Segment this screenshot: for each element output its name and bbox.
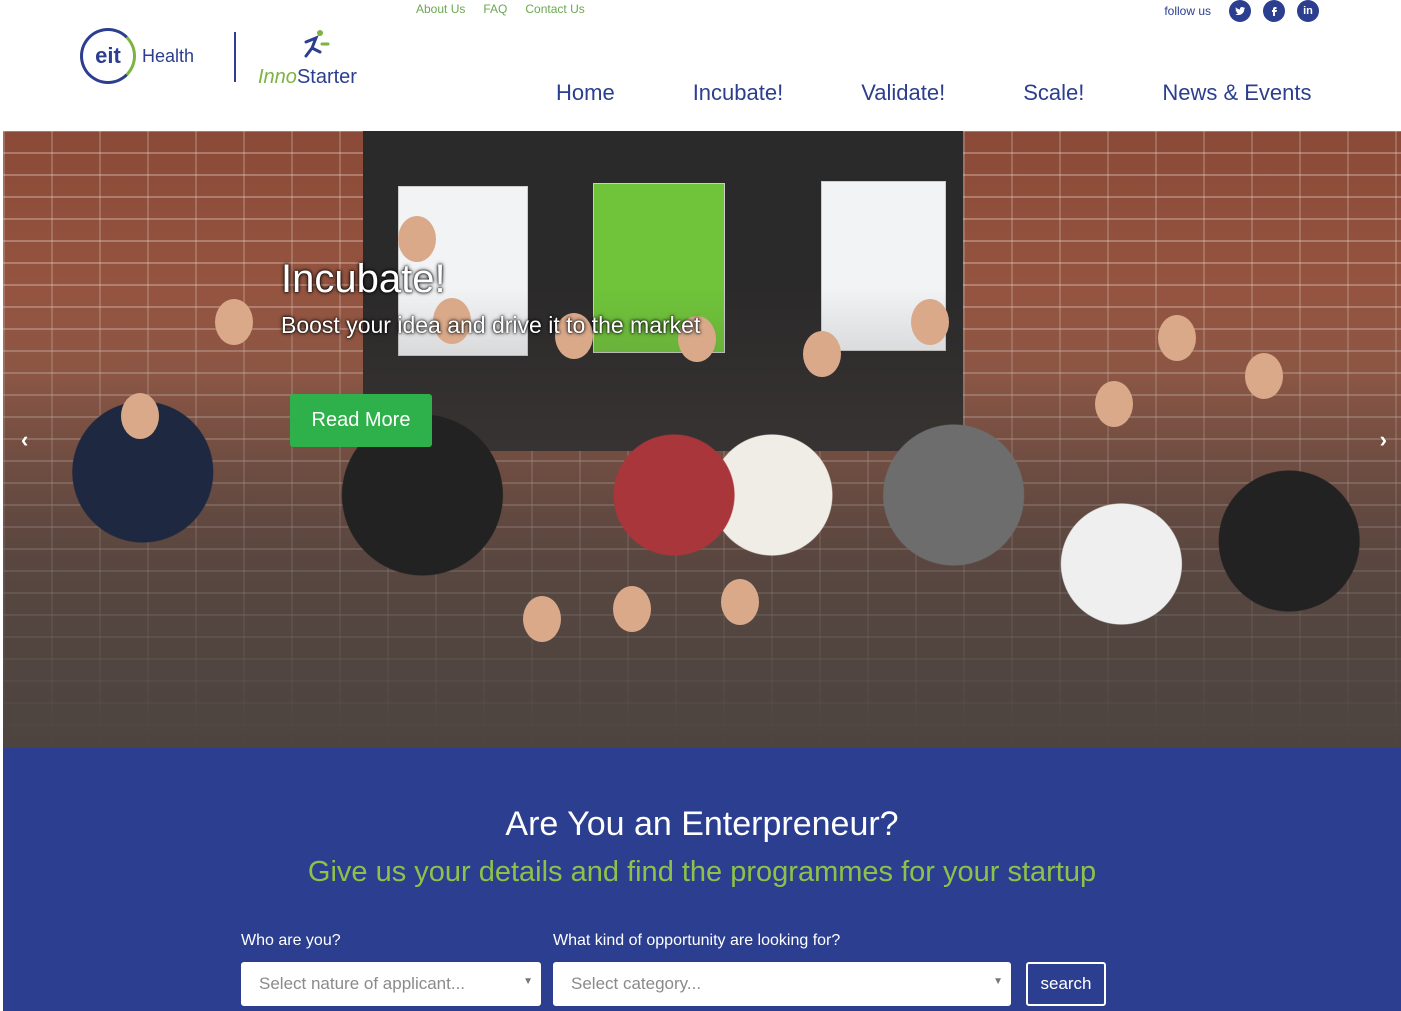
inno-suffix: Starter bbox=[296, 66, 357, 88]
twitter-icon[interactable] bbox=[1229, 0, 1251, 22]
photo-face bbox=[613, 586, 651, 632]
carousel-next-icon[interactable]: › bbox=[1380, 427, 1387, 453]
innostarter-logo[interactable]: InnoStarter bbox=[258, 28, 368, 88]
hero-caption: Incubate! Boost your idea and drive it t… bbox=[281, 257, 700, 339]
photo-face bbox=[398, 216, 436, 262]
chevron-down-icon: ▼ bbox=[993, 976, 1003, 987]
contact-us-link[interactable]: Contact Us bbox=[525, 2, 584, 16]
hero-title: Incubate! bbox=[281, 257, 446, 301]
who-are-you-label: Who are you? bbox=[241, 932, 341, 949]
category-select[interactable]: Select category... ▼ bbox=[553, 962, 1011, 1006]
read-more-button[interactable]: Read More bbox=[290, 394, 432, 447]
eit-logo-health-text: Health bbox=[142, 45, 195, 66]
opportunity-label: What kind of opportunity are looking for… bbox=[553, 932, 841, 949]
innostarter-text: InnoStarter bbox=[258, 66, 357, 89]
photo-face bbox=[803, 331, 841, 377]
applicant-select[interactable]: Select nature of applicant... ▼ bbox=[241, 962, 541, 1006]
photo-face bbox=[1095, 381, 1133, 427]
nav-incubate[interactable]: Incubate! bbox=[693, 80, 784, 106]
cta-subtitle: Give us your details and find the progra… bbox=[307, 856, 1097, 888]
category-select-placeholder: Select category... bbox=[571, 974, 702, 993]
photo-face bbox=[215, 299, 253, 345]
photo-face bbox=[523, 596, 561, 642]
search-button[interactable]: search bbox=[1026, 962, 1106, 1006]
runner-icon bbox=[304, 30, 330, 58]
nav-scale[interactable]: Scale! bbox=[1023, 80, 1084, 106]
eit-health-logo[interactable]: eit Health bbox=[80, 28, 194, 84]
about-us-link[interactable]: About Us bbox=[416, 2, 465, 16]
carousel-prev-icon[interactable]: ‹ bbox=[21, 427, 28, 453]
eit-logo-mark: eit bbox=[80, 28, 136, 84]
facebook-icon[interactable] bbox=[1263, 0, 1285, 22]
chevron-down-icon: ▼ bbox=[523, 976, 533, 987]
main-nav: Home Incubate! Validate! Scale! News & E… bbox=[556, 80, 1312, 106]
top-links: About Us FAQ Contact Us bbox=[416, 2, 585, 16]
applicant-select-placeholder: Select nature of applicant... bbox=[259, 974, 466, 993]
photo-face bbox=[121, 393, 159, 439]
nav-home[interactable]: Home bbox=[556, 80, 615, 106]
follow-label: follow us bbox=[1164, 4, 1211, 18]
hero-subtitle: Boost your idea and drive it to the mark… bbox=[281, 312, 701, 338]
hero-faces bbox=[3, 131, 1401, 748]
inno-prefix: Inno bbox=[258, 66, 297, 88]
faq-link[interactable]: FAQ bbox=[483, 2, 507, 16]
linkedin-icon[interactable]: in bbox=[1297, 0, 1319, 22]
cta-title: Are You an Enterpreneur? bbox=[505, 805, 899, 843]
entrepreneur-section: Are You an Enterpreneur? Give us your de… bbox=[3, 748, 1401, 1011]
logo-divider bbox=[234, 32, 236, 82]
photo-face bbox=[1245, 353, 1283, 399]
photo-face bbox=[1158, 315, 1196, 361]
nav-news-events[interactable]: News & Events bbox=[1162, 80, 1311, 106]
hero-carousel: Incubate! Boost your idea and drive it t… bbox=[3, 131, 1401, 748]
site-header: About Us FAQ Contact Us follow us in eit… bbox=[0, 0, 1401, 131]
photo-face bbox=[911, 299, 949, 345]
social-follow: follow us in bbox=[1164, 0, 1319, 22]
photo-face bbox=[721, 579, 759, 625]
nav-validate[interactable]: Validate! bbox=[861, 80, 945, 106]
